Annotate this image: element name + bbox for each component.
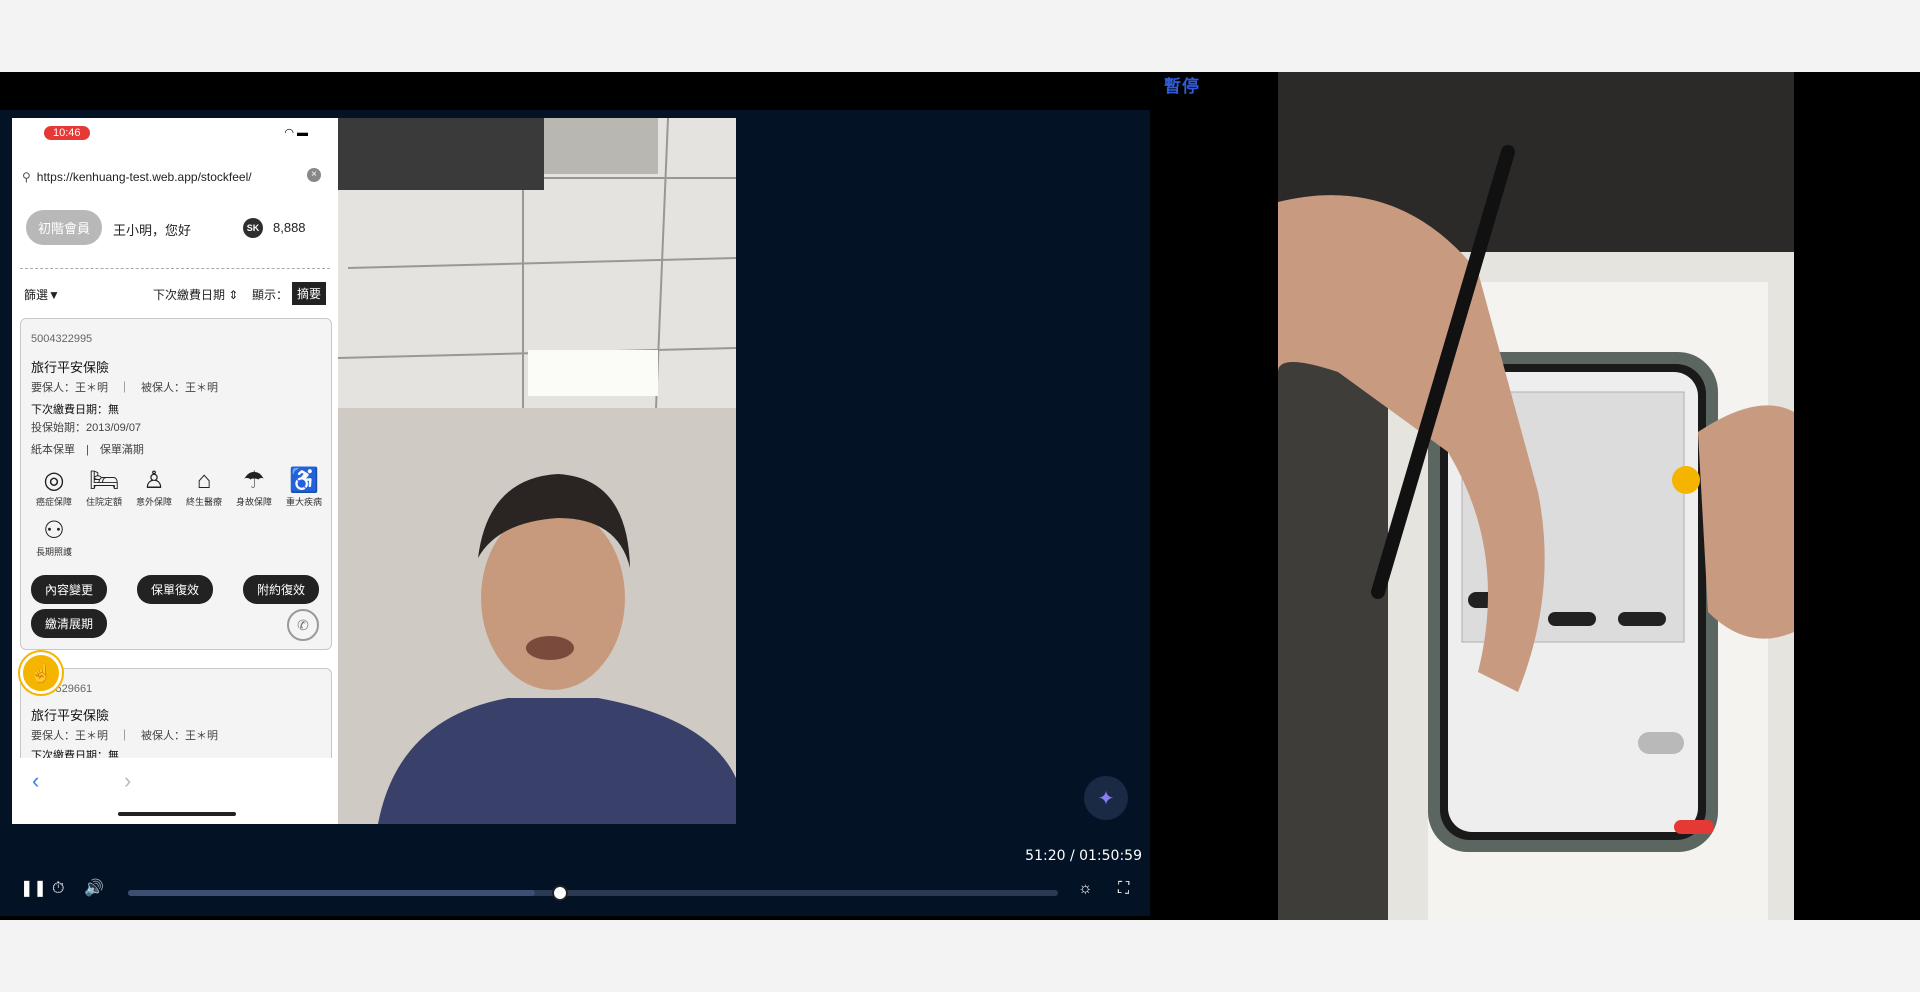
expired-label: 保單滿期 (99, 444, 144, 456)
timer-icon[interactable]: ⏱ (52, 880, 64, 898)
phone-screen-recording: 10:46 ◠ ▬ ⚲ https://kenhuang-test.web.ap… (12, 118, 338, 824)
coverage-hospital: 🛏 住院定額 (79, 467, 129, 508)
sparkle-icon[interactable]: ✦ (1084, 776, 1128, 820)
home-indicator (118, 812, 236, 816)
next-due-date: 下次繳費日期：無 (31, 404, 119, 416)
coverage-long-term-care: ⚇ 長期照護 (29, 517, 79, 558)
clear-url-icon[interactable]: × (307, 168, 321, 182)
sk-coin-icon: SK (243, 218, 263, 238)
document-camera-image (1278, 72, 1794, 920)
umbrella-icon: ☂ (243, 467, 265, 494)
coverage-medical: ⌂ 終生醫療 (179, 467, 229, 508)
member-badge: 初階會員 (26, 210, 103, 245)
policy-title: 旅行平安保險 (31, 360, 110, 375)
coverage-critical-illness: ♿ 重大疾病 (279, 467, 329, 508)
policy-card[interactable]: 5004322995 旅行平安保險 要保人：王＊明 ｜ 被保人：王＊明 下次繳費… (20, 318, 332, 650)
elderly-icon: ⚇ (43, 517, 65, 544)
player-controls: ❚❚ ⏱ 🔊 ☼ ⛶ (0, 866, 1150, 916)
address-bar[interactable]: ⚲ https://kenhuang-test.web.app/stockfee… (22, 164, 327, 190)
hospital-icon: ⌂ (196, 467, 212, 494)
search-icon: ⚲ (22, 170, 31, 184)
display-label: 顯示： (252, 288, 289, 302)
forward-arrow-icon[interactable]: › (124, 768, 131, 794)
buffered-fill (128, 890, 536, 896)
insured: 被保人：王＊明 (141, 730, 218, 742)
filter-row: 篩選▼ 下次繳費日期 ⇕ 顯示： 摘要 (12, 282, 338, 308)
rider-reinstate-button[interactable]: 附約復效 (243, 575, 320, 604)
bottom-band (0, 920, 1920, 992)
status-clock: 10:46 (44, 126, 90, 140)
phone-icon[interactable]: ✆ (287, 609, 319, 641)
back-arrow-icon[interactable]: ‹ (32, 768, 39, 794)
display-mode-button[interactable]: 摘要 (292, 282, 327, 305)
insured: 被保人：王＊明 (141, 382, 218, 394)
coverage-death: ☂ 身故保障 (229, 467, 279, 508)
filter-icon: ▼ (48, 288, 60, 302)
pause-icon[interactable]: ❚❚ (20, 880, 47, 898)
content-change-button[interactable]: 內容變更 (31, 575, 108, 604)
hand-icon[interactable]: ☝ (20, 652, 62, 694)
volume-icon[interactable]: 🔊 (84, 880, 104, 898)
paper-policy-label: 紙本保單 (31, 444, 75, 456)
person-icon: ♙ (143, 467, 165, 494)
document-camera-feed (1278, 72, 1794, 920)
top-band (0, 0, 1920, 72)
video-stage: 暫停 10:46 ◠ ▬ ⚲ https://kenhuang-test.web… (0, 72, 1920, 920)
start-date: 投保始期：2013/09/07 (31, 422, 142, 434)
coverage-cancer: ◎ 癌症保障 (29, 467, 79, 508)
filter-button[interactable]: 篩選▼ (24, 286, 60, 303)
sk-amount: 8,888 (273, 220, 306, 235)
webcam-feed (338, 118, 736, 824)
url-text: https://kenhuang-test.web.app/stockfeel/ (36, 170, 252, 184)
fullscreen-icon[interactable]: ⛶ (1118, 880, 1129, 898)
policy-number: 5004322995 (31, 333, 93, 345)
sort-button[interactable]: 下次繳費日期 ⇕ (153, 286, 238, 303)
seek-bar[interactable] (128, 885, 1058, 901)
target-icon: ◎ (43, 467, 65, 494)
insurer: 要保人：王＊明 (31, 730, 108, 742)
pause-status-label: 暫停 (1164, 77, 1200, 96)
greeting-text: 王小明，您好 (113, 223, 192, 238)
divider (20, 268, 330, 269)
insurer: 要保人：王＊明 (31, 382, 108, 394)
paid-up-extension-button[interactable]: 繳清展期 (31, 609, 108, 638)
policy-title: 旅行平安保險 (31, 708, 110, 723)
time-readout: 51:20 / 01:50:59 (1025, 848, 1142, 864)
coverage-accident: ♙ 意外保障 (129, 467, 179, 508)
bed-icon: 🛏 (88, 467, 120, 494)
battery-icon: ▬ (297, 127, 308, 139)
member-row: 初階會員 王小明，您好 SK 8,888 (12, 208, 338, 248)
brightness-icon[interactable]: ☼ (1078, 880, 1093, 898)
status-bar: 10:46 ◠ ▬ (12, 118, 338, 152)
policy-reinstate-button[interactable]: 保單復效 (137, 575, 214, 604)
seek-thumb[interactable] (551, 885, 568, 901)
video-player[interactable]: 10:46 ◠ ▬ ⚲ https://kenhuang-test.web.ap… (0, 110, 1150, 916)
webcam-image (338, 118, 736, 824)
sort-arrows-icon: ⇕ (228, 288, 239, 302)
wheelchair-icon: ♿ (289, 467, 319, 494)
wifi-icon: ◠ (284, 127, 294, 139)
